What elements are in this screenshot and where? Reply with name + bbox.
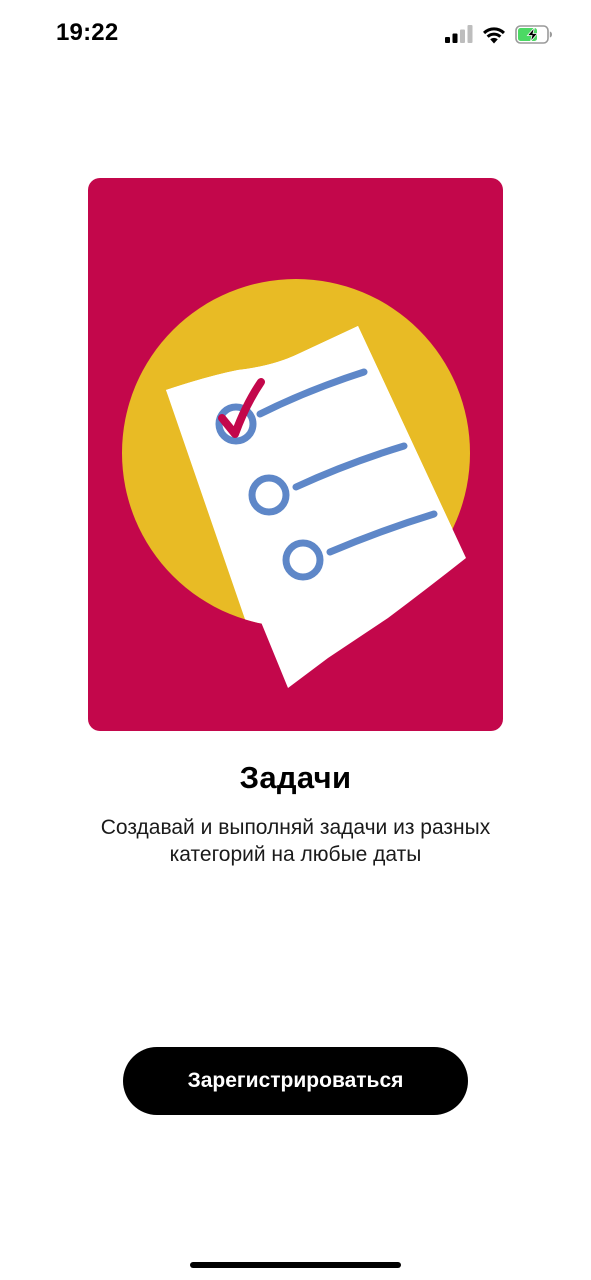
checklist-icon: [88, 178, 503, 731]
wifi-icon: [483, 26, 505, 43]
status-bar: 19:22: [0, 0, 591, 66]
register-button[interactable]: Зарегистрироваться: [123, 1047, 468, 1115]
signal-icon: [445, 25, 473, 43]
page-title: Задачи: [239, 760, 352, 795]
status-time: 19:22: [56, 19, 119, 46]
status-icons: [445, 22, 553, 46]
home-indicator[interactable]: [190, 1262, 401, 1268]
battery-charging-icon: [515, 24, 552, 44]
page-description: Создавай и выполняй задачи из разных кат…: [100, 816, 491, 866]
illustration-card: [88, 178, 503, 731]
